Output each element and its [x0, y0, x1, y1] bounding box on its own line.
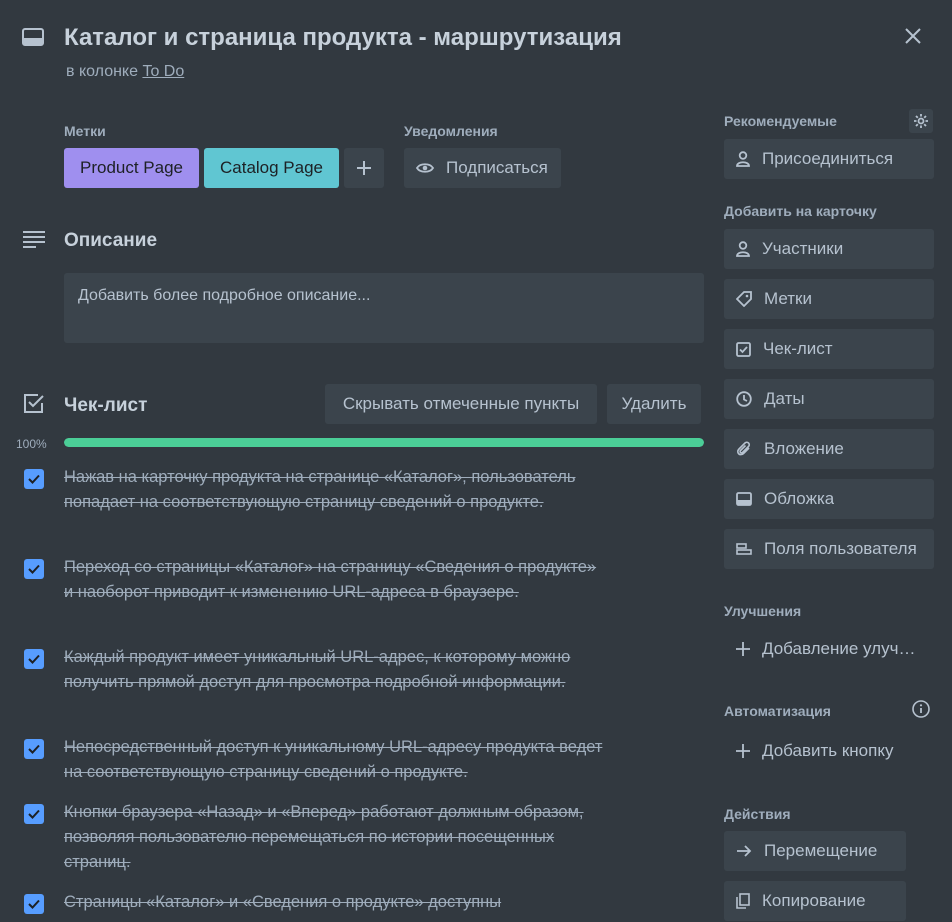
- checklist-item-text[interactable]: Каждый продукт имеет уникальный URL-адре…: [64, 645, 604, 695]
- suggested-settings-button[interactable]: [909, 109, 933, 133]
- checklist-item[interactable]: Кнопки браузера «Назад» и «Вперед» работ…: [24, 800, 664, 875]
- dates-button[interactable]: Даты: [724, 379, 934, 419]
- subscribe-button[interactable]: Подписаться: [404, 148, 561, 188]
- delete-checklist-button[interactable]: Удалить: [607, 384, 701, 424]
- checkbox-checked[interactable]: [24, 469, 44, 489]
- card-icon: [22, 28, 44, 46]
- checkbox-icon: [736, 341, 751, 357]
- checklist-button[interactable]: Чек-лист: [724, 329, 934, 369]
- column-prefix: в колонке: [66, 63, 138, 80]
- copy-button[interactable]: Копирование: [724, 881, 906, 921]
- checklist-icon: [23, 393, 45, 420]
- label-product-page[interactable]: Product Page: [64, 148, 199, 188]
- check-icon: [28, 744, 40, 754]
- actions-heading: Действия: [724, 806, 791, 822]
- notifications-heading: Уведомления: [404, 123, 498, 139]
- add-button-button[interactable]: Добавить кнопку: [724, 731, 934, 771]
- checklist-item[interactable]: Непосредственный доступ к уникальному UR…: [24, 735, 664, 785]
- plus-icon: [736, 744, 750, 758]
- checkbox-checked[interactable]: [24, 559, 44, 579]
- checklist-item-text[interactable]: Переход со страницы «Каталог» на страниц…: [64, 555, 604, 605]
- custom-fields-icon: [736, 543, 752, 555]
- join-button[interactable]: Присоединиться: [724, 139, 934, 179]
- labels-heading: Метки: [64, 123, 106, 139]
- checklist-item-text[interactable]: Страницы «Каталог» и «Сведения о продукт…: [64, 890, 604, 915]
- checkbox-checked[interactable]: [24, 894, 44, 914]
- check-icon: [28, 474, 40, 484]
- person-icon: [736, 151, 750, 167]
- progress-bar: [64, 438, 704, 447]
- add-label-button[interactable]: [344, 148, 384, 188]
- info-icon: [912, 700, 930, 718]
- cover-icon: [736, 492, 752, 506]
- progress-percent: 100%: [16, 437, 47, 451]
- checklist-item-text[interactable]: Нажав на карточку продукта на странице «…: [64, 465, 604, 515]
- checkbox-checked[interactable]: [24, 739, 44, 759]
- hide-checked-button[interactable]: Скрывать отмеченные пункты: [325, 384, 597, 424]
- cover-button[interactable]: Обложка: [724, 479, 934, 519]
- progress-fill: [64, 438, 704, 447]
- checklist-item[interactable]: Нажав на карточку продукта на странице «…: [24, 465, 664, 515]
- attachment-button[interactable]: Вложение: [724, 429, 934, 469]
- automation-heading: Автоматизация: [724, 703, 831, 719]
- checklist-item-text[interactable]: Кнопки браузера «Назад» и «Вперед» работ…: [64, 800, 604, 875]
- check-icon: [28, 654, 40, 664]
- add-to-card-heading: Добавить на карточку: [724, 203, 877, 219]
- plus-icon: [357, 161, 371, 175]
- add-powerup-button[interactable]: Добавление улучшений: [724, 629, 934, 669]
- custom-fields-button[interactable]: Поля пользователя: [724, 529, 934, 569]
- checkbox-checked[interactable]: [24, 649, 44, 669]
- checkbox-checked[interactable]: [24, 804, 44, 824]
- move-button[interactable]: Перемещение: [724, 831, 906, 871]
- clock-icon: [736, 391, 752, 407]
- eye-icon: [416, 163, 434, 173]
- automation-info-button[interactable]: [910, 698, 932, 720]
- close-icon: [905, 28, 921, 44]
- plus-icon: [736, 642, 750, 656]
- members-button[interactable]: Участники: [724, 229, 934, 269]
- checklist-heading: Чек-лист: [64, 395, 148, 416]
- check-icon: [28, 809, 40, 819]
- gear-icon: [914, 114, 928, 128]
- checklist-item[interactable]: Переход со страницы «Каталог» на страниц…: [24, 555, 664, 605]
- person-icon: [736, 241, 750, 257]
- description-icon: [22, 230, 46, 253]
- card-title[interactable]: Каталог и страница продукта - маршрутиза…: [64, 24, 622, 52]
- suggested-heading: Рекомендуемые: [724, 113, 837, 129]
- labels-button[interactable]: Метки: [724, 279, 934, 319]
- checklist-item[interactable]: Страницы «Каталог» и «Сведения о продукт…: [24, 890, 664, 915]
- label-catalog-page[interactable]: Catalog Page: [204, 148, 339, 188]
- column-link[interactable]: To Do: [142, 63, 184, 80]
- arrow-right-icon: [737, 845, 752, 857]
- check-icon: [28, 899, 40, 909]
- column-info: в колонке To Do: [66, 63, 184, 81]
- close-button[interactable]: [899, 22, 927, 50]
- description-input[interactable]: Добавить более подробное описание...: [64, 273, 704, 343]
- checklist-item-text[interactable]: Непосредственный доступ к уникальному UR…: [64, 735, 604, 785]
- paperclip-icon: [737, 441, 751, 456]
- powerups-heading: Улучшения: [724, 603, 802, 619]
- check-icon: [28, 564, 40, 574]
- checklist-item[interactable]: Каждый продукт имеет уникальный URL-адре…: [24, 645, 664, 695]
- tag-icon: [736, 291, 752, 307]
- description-heading: Описание: [64, 230, 158, 251]
- copy-icon: [736, 893, 750, 909]
